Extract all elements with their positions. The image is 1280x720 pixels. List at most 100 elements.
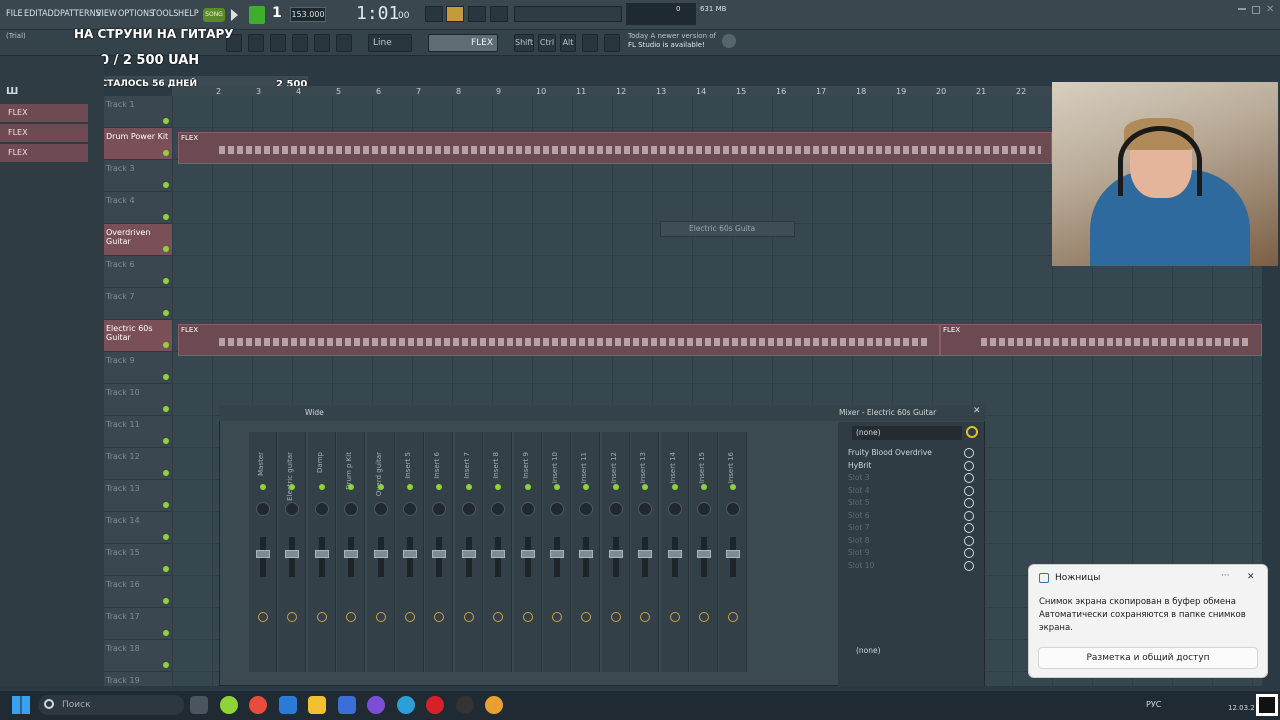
pan-knob[interactable] xyxy=(579,502,594,516)
track-header[interactable]: Track 4 xyxy=(104,192,172,224)
fx-send-ring[interactable] xyxy=(522,612,533,622)
fx-send-ring[interactable] xyxy=(552,612,562,622)
plugin-window-title[interactable]: Electric 60s Guita xyxy=(660,221,795,237)
fx-slot[interactable]: Slot 6 xyxy=(840,509,958,522)
snap-select[interactable]: Line xyxy=(368,34,412,52)
news-line-2[interactable]: FL Studio is available! xyxy=(628,41,705,49)
update-icon[interactable] xyxy=(722,34,736,48)
mixer-strip[interactable]: Overd guitar xyxy=(366,432,395,672)
clock-icon[interactable] xyxy=(966,426,978,438)
track-mute-led[interactable] xyxy=(163,310,169,316)
pan-knob[interactable] xyxy=(314,502,329,516)
volume-fader-cap[interactable] xyxy=(373,550,388,558)
volume-fader-cap[interactable] xyxy=(667,550,682,558)
fx-slot-toggle[interactable] xyxy=(964,535,974,546)
telegram-taskbar-icon[interactable] xyxy=(397,696,415,714)
pan-knob[interactable] xyxy=(256,502,270,516)
fx-slot[interactable]: Fruity Blood Overdrive xyxy=(840,446,958,459)
fx-send-ring[interactable] xyxy=(669,612,680,622)
track-header[interactable]: Track 13 xyxy=(104,480,172,512)
volume-fader-cap[interactable] xyxy=(520,550,535,558)
record-icon[interactable] xyxy=(249,6,265,24)
preset-selector[interactable]: FLEX xyxy=(428,34,498,52)
countdown-icon[interactable] xyxy=(446,6,464,22)
mixer-strip[interactable]: Damp xyxy=(307,432,336,672)
notification-menu-icon[interactable]: ··· xyxy=(1221,571,1230,581)
mixer-strip-led[interactable] xyxy=(642,484,649,490)
pan-knob[interactable] xyxy=(491,502,506,516)
track-mute-led[interactable] xyxy=(163,278,169,284)
pan-knob[interactable] xyxy=(550,502,564,516)
pan-knob[interactable] xyxy=(285,502,300,516)
mixer-strip-led[interactable] xyxy=(436,484,443,490)
volume-fader-cap[interactable] xyxy=(579,550,594,558)
mixer-close-icon[interactable]: ✕ xyxy=(973,406,981,416)
fx-slot-toggle[interactable] xyxy=(964,473,974,483)
fx-send-ring[interactable] xyxy=(258,612,268,622)
mixer-strip[interactable]: Drum p Kit xyxy=(337,432,366,672)
track-header[interactable]: Drum Power Kit xyxy=(104,128,172,160)
mixer-strip-led[interactable] xyxy=(318,484,325,490)
tempo-display[interactable]: 153.000 xyxy=(290,7,326,22)
volume-fader-cap[interactable] xyxy=(461,550,476,558)
pan-knob[interactable] xyxy=(432,502,447,516)
track-mute-led[interactable] xyxy=(163,470,169,476)
track-mute-led[interactable] xyxy=(163,534,169,540)
mixer-strip[interactable]: Electric guitar xyxy=(278,432,307,672)
track-mute-led[interactable] xyxy=(163,374,169,380)
metronome-icon[interactable] xyxy=(490,6,508,22)
mixer-strip[interactable]: Insert 11 xyxy=(572,432,601,672)
track-header[interactable]: Track 17 xyxy=(104,608,172,640)
mixer-strip[interactable]: Insert 8 xyxy=(484,432,513,672)
fx-slot-toggle[interactable] xyxy=(964,448,974,458)
close-icon[interactable]: ✕ xyxy=(1266,4,1274,15)
volume-fader-cap[interactable] xyxy=(550,550,564,558)
mixer-strip[interactable]: Insert 14 xyxy=(660,432,689,672)
menu-help[interactable]: HELP xyxy=(178,9,199,19)
menu-add[interactable]: ADD xyxy=(42,9,60,19)
fx-slot-toggle[interactable] xyxy=(964,523,974,533)
track-mute-led[interactable] xyxy=(163,150,169,156)
mixer-strip[interactable]: Insert 9 xyxy=(513,432,542,672)
fx-send-ring[interactable] xyxy=(640,612,651,622)
mixer-strip[interactable]: Insert 16 xyxy=(719,432,748,672)
fx-slot[interactable]: Slot 10 xyxy=(840,559,958,572)
fx-send-ring[interactable] xyxy=(581,612,592,622)
mixer-strip[interactable]: Insert 6 xyxy=(425,432,454,672)
mixer-strip[interactable]: Insert 10 xyxy=(543,432,571,672)
menu-view[interactable]: VIEW xyxy=(96,9,117,19)
mixer-strip-led[interactable] xyxy=(377,484,384,490)
track-mute-led[interactable] xyxy=(163,342,169,348)
task-view-icon[interactable] xyxy=(190,696,208,714)
pan-knob[interactable] xyxy=(667,502,682,516)
pan-knob[interactable] xyxy=(638,502,653,516)
mixer-input-select[interactable]: (none) xyxy=(852,426,962,440)
fx-slot[interactable]: HyBrit xyxy=(840,459,958,472)
track-mute-led[interactable] xyxy=(163,214,169,220)
volume-fader-cap[interactable] xyxy=(697,550,711,558)
pan-knob[interactable] xyxy=(403,502,417,516)
fx-slot[interactable]: Slot 5 xyxy=(840,496,958,509)
fx-send-ring[interactable] xyxy=(287,612,298,622)
track-header[interactable]: Track 9 xyxy=(104,352,172,384)
track-mute-led[interactable] xyxy=(163,182,169,188)
fx-slot-toggle[interactable] xyxy=(964,460,974,471)
track-mute-led[interactable] xyxy=(163,246,169,252)
fx-send-ring[interactable] xyxy=(316,612,327,622)
pattern-clip[interactable]: FLEX xyxy=(178,132,1052,164)
microphone-icon[interactable] xyxy=(336,34,352,52)
mixer-strip[interactable]: Insert 15 xyxy=(690,432,718,672)
mixer-strip-led[interactable] xyxy=(701,484,707,490)
pan-knob[interactable] xyxy=(608,502,623,516)
browser-icon[interactable]: Ш xyxy=(6,86,18,97)
track-mute-led[interactable] xyxy=(163,662,169,668)
menu-options[interactable]: OPTIONS xyxy=(118,9,154,19)
channel-rack-icon[interactable] xyxy=(270,34,286,52)
mixer-strip-led[interactable] xyxy=(465,484,472,490)
track-header[interactable]: Track 18 xyxy=(104,640,172,672)
tempo-tapper-icon[interactable] xyxy=(582,34,598,52)
vscode-taskbar-icon[interactable] xyxy=(279,696,297,714)
fx-slot-toggle[interactable] xyxy=(964,560,974,571)
fx-slot-toggle[interactable] xyxy=(964,498,974,508)
mixer-strip[interactable]: Insert 5 xyxy=(396,432,424,672)
